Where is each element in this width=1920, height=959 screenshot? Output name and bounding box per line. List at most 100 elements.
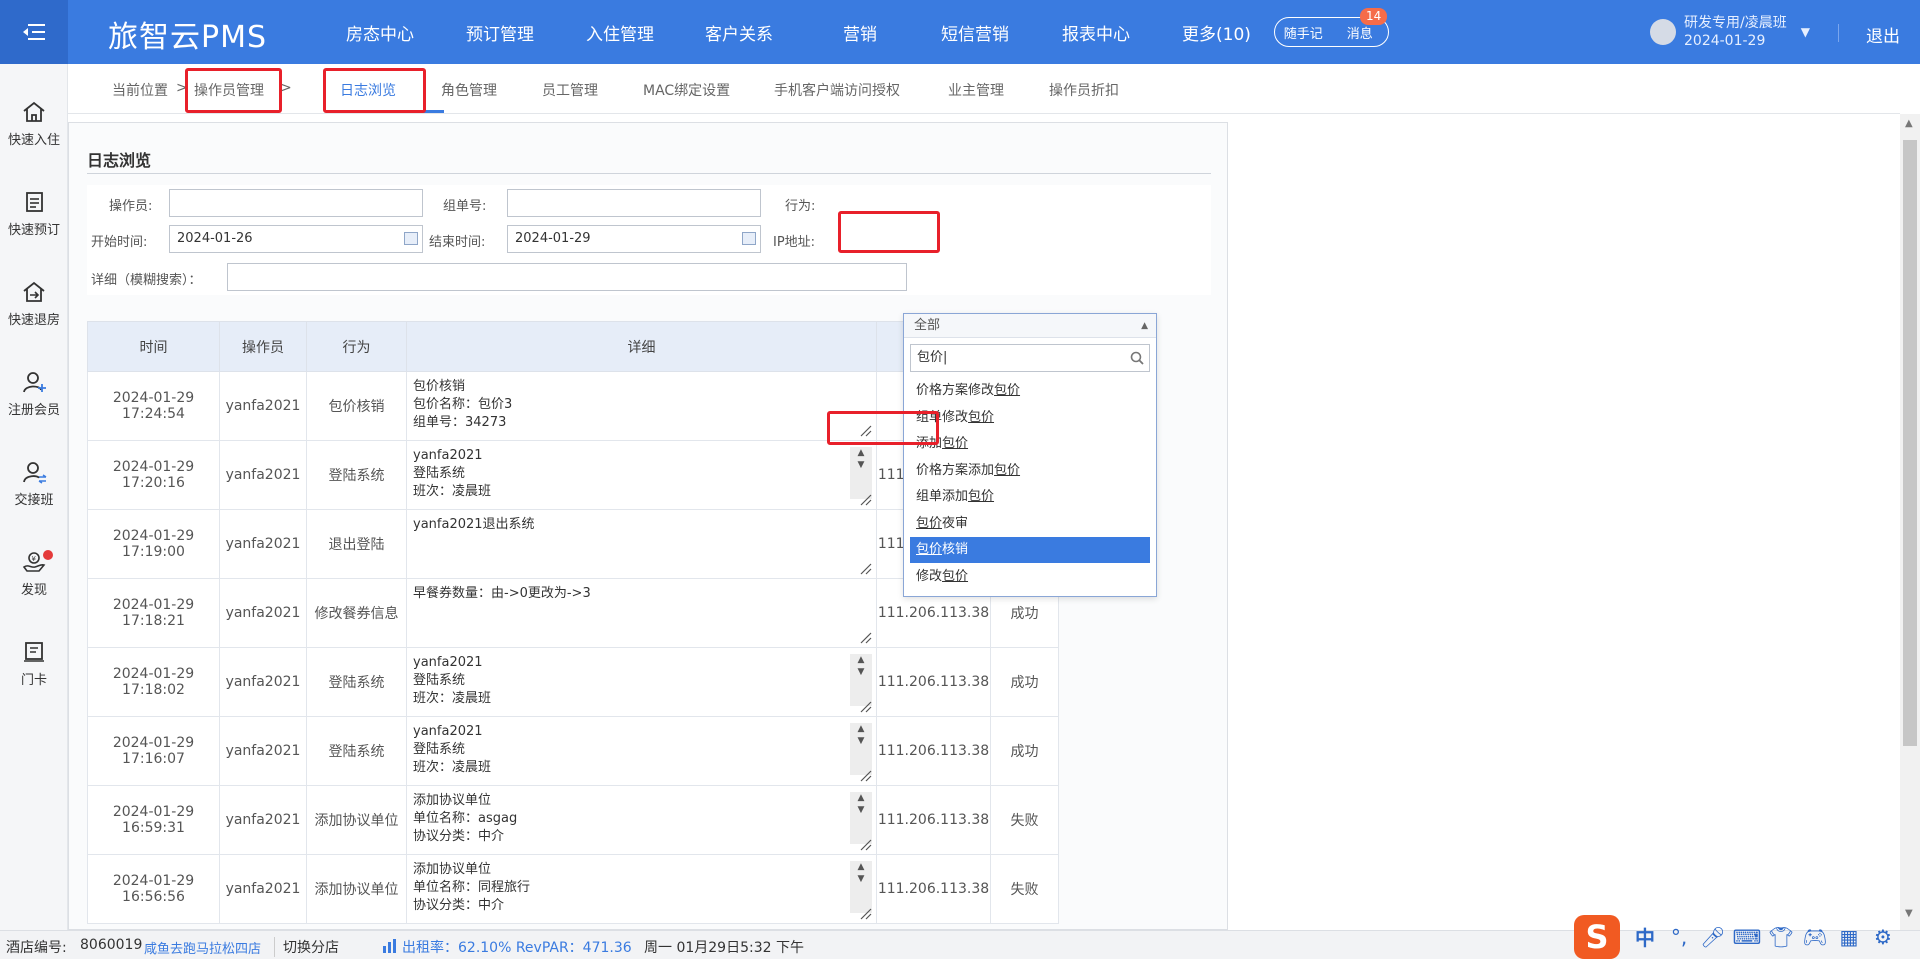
scrollbar-thumb[interactable] — [1903, 140, 1917, 746]
sidebar-item-quick-checkin[interactable]: 快速入住 — [0, 100, 68, 148]
nav-sms-marketing[interactable]: 短信营销 — [941, 20, 1009, 45]
menu-toggle-button[interactable] — [0, 0, 68, 64]
resize-handle-icon[interactable] — [858, 699, 872, 713]
resize-handle-icon[interactable] — [858, 837, 872, 851]
action-selected-text: 全部 — [914, 318, 941, 333]
cell-detail[interactable]: 早餐券数量：由->0更改为->3 — [406, 578, 877, 648]
toolbox-icon[interactable]: ▦ — [1832, 925, 1866, 949]
cell-detail[interactable]: 添加协议单位 单位名称：同程旅行 协议分类：中介 ▲ ▼ — [406, 854, 877, 924]
operator-label: 操作员: — [109, 199, 153, 214]
settings-icon[interactable]: ⚙ — [1866, 925, 1900, 949]
user-menu[interactable]: 研发专用/凌晨班 2024-01-29 ▼ — [1650, 14, 1810, 50]
cell-detail[interactable]: yanfa2021退出系统 — [406, 509, 877, 579]
cell-status: 失败 — [990, 854, 1059, 924]
resize-handle-icon[interactable] — [858, 492, 872, 506]
hotel-name: 咸鱼去跑马拉松四店 — [144, 942, 262, 957]
cell-status: 失败 — [990, 785, 1059, 855]
cell-detail[interactable]: yanfa2021 登陆系统 班次：凌晨班 ▲ ▼ — [406, 716, 877, 786]
cell-status: 成功 — [990, 647, 1059, 717]
start-date-input[interactable]: 2024-01-26 — [169, 225, 423, 253]
option-match: 包价 — [994, 383, 1021, 398]
calendar-icon[interactable] — [404, 232, 418, 245]
highlight-box-tab — [323, 68, 426, 113]
detail-search-input[interactable] — [227, 263, 907, 291]
user-swap-icon — [23, 462, 47, 484]
quick-sidebar: 快速入住 快速预订 快速退房 注册会员 交接班 ¥ 发现 门卡 — [0, 64, 68, 930]
group-number-input[interactable] — [507, 189, 761, 217]
sidebar-item-quick-booking[interactable]: 快速预订 — [0, 190, 68, 238]
cell-time: 2024-01-29 16:56:56 — [87, 854, 220, 924]
memo-button[interactable]: 随手记 — [1275, 23, 1332, 42]
action-select-value[interactable]: 全部 ▲ — [904, 314, 1156, 338]
sidebar-item-label: 交接班 — [14, 493, 54, 508]
tab-operator-discount[interactable]: 操作员折扣 — [1049, 80, 1119, 100]
tab-owner-management[interactable]: 业主管理 — [948, 80, 1004, 100]
cell-date: 2024-01-29 — [112, 666, 195, 682]
dropdown-option[interactable]: 包价核销 — [910, 537, 1150, 563]
scroll-up-icon[interactable]: ▲ — [1905, 118, 1913, 129]
sogou-logo[interactable]: S — [1574, 914, 1620, 959]
tab-mobile-access[interactable]: 手机客户端访问授权 — [774, 80, 900, 100]
dropdown-option[interactable]: 组单修改包价 — [910, 405, 1150, 431]
sidebar-item-shift-handover[interactable]: 交接班 — [0, 460, 68, 508]
sidebar-item-label: 快速入住 — [7, 133, 60, 148]
add-user-icon — [23, 372, 46, 393]
resize-handle-icon[interactable] — [858, 630, 872, 644]
cell-detail[interactable]: 添加协议单位 单位名称：asgag 协议分类：中介 ▲ ▼ — [406, 785, 877, 855]
breadcrumb-prefix: 当前位置 — [112, 83, 168, 99]
resize-handle-icon[interactable] — [858, 768, 872, 782]
resize-handle-icon[interactable] — [858, 906, 872, 920]
dropdown-option[interactable]: 修改包价 — [910, 564, 1150, 590]
keyboard-icon[interactable]: ⌨︎ — [1730, 925, 1764, 949]
messages-button[interactable]: 消息 — [1332, 23, 1389, 42]
nav-marketing[interactable]: 营销 — [843, 20, 877, 45]
page-scrollbar[interactable]: ▲ ▼ — [1900, 114, 1920, 930]
dropdown-option[interactable]: 包价夜审 — [910, 511, 1150, 537]
sidebar-item-door-card[interactable]: 门卡 — [0, 640, 68, 688]
nav-reports[interactable]: 报表中心 — [1062, 20, 1130, 45]
table-row: 2024-01-29 16:56:56 yanfa2021 添加协议单位 添加协议单位单… — [87, 854, 1059, 924]
operator-input[interactable] — [169, 189, 423, 217]
detail-line: 协议分类：中介 — [413, 829, 505, 844]
cell-operator: yanfa2021 — [219, 785, 307, 855]
microphone-icon[interactable]: 🎤︎ — [1696, 925, 1730, 949]
switch-store-button[interactable]: 切换分店 — [274, 937, 339, 957]
sidebar-item-discover[interactable]: ¥ 发现 — [0, 550, 68, 598]
tab-role-management[interactable]: 角色管理 — [441, 80, 497, 100]
start-date-value: 2024-01-26 — [177, 231, 253, 246]
action-dropdown[interactable]: 全部 ▲ 包价| 价格方案修改包价 组单修改包价 添加包价 价格方案添加包价 组单添加包价… — [903, 313, 1157, 597]
nav-reservations[interactable]: 预订管理 — [466, 20, 534, 45]
detail-line: 班次：凌晨班 — [413, 484, 492, 499]
end-date-input[interactable]: 2024-01-29 — [507, 225, 761, 253]
resize-handle-icon[interactable] — [858, 561, 872, 575]
sidebar-item-register-member[interactable]: 注册会员 — [0, 370, 68, 418]
sidebar-item-label: 发现 — [20, 583, 47, 598]
logout-button[interactable]: 退出 — [1866, 22, 1900, 47]
nav-room-status[interactable]: 房态中心 — [346, 20, 414, 45]
sidebar-item-quick-checkout[interactable]: 快速退房 — [0, 280, 68, 328]
skin-icon[interactable]: 👕︎ — [1764, 925, 1798, 949]
cell-detail[interactable]: yanfa2021 登陆系统 班次：凌晨班 ▲ ▼ — [406, 440, 877, 510]
nav-checkin[interactable]: 入住管理 — [586, 20, 654, 45]
calendar-icon[interactable] — [742, 232, 756, 245]
dropdown-option[interactable]: 价格方案添加包价 — [910, 458, 1150, 484]
tab-staff-management[interactable]: 员工管理 — [542, 80, 598, 100]
highlight-box-option — [827, 411, 939, 445]
title-divider — [87, 173, 1211, 174]
dropdown-option[interactable]: 组单添加包价 — [910, 484, 1150, 510]
cell-detail[interactable]: yanfa2021 登陆系统 班次：凌晨班 ▲ ▼ — [406, 647, 877, 717]
detail-line: 组单号：34273 — [413, 415, 507, 430]
cell-detail[interactable]: 包价核销 包价名称：包价3 组单号：34273 — [406, 371, 877, 441]
dropdown-option[interactable]: 价格方案修改包价 — [910, 378, 1150, 404]
option-match: 包价 — [968, 409, 995, 425]
nav-customers[interactable]: 客户关系 — [705, 20, 773, 45]
status-datetime: 周一 01月29日5:32 下午 — [644, 940, 804, 956]
tab-mac-binding[interactable]: MAC绑定设置 — [643, 80, 730, 100]
dropdown-search-input[interactable]: 包价| — [910, 344, 1150, 372]
gamepad-icon[interactable]: 🎮︎ — [1798, 925, 1832, 949]
ime-language-toggle[interactable]: 中 — [1628, 922, 1662, 951]
dropdown-option[interactable]: 添加包价 — [910, 431, 1150, 457]
option-match: 包价 — [916, 515, 943, 531]
nav-more[interactable]: 更多(10) — [1182, 20, 1251, 45]
ime-punctuation-toggle[interactable]: °, — [1662, 925, 1696, 949]
